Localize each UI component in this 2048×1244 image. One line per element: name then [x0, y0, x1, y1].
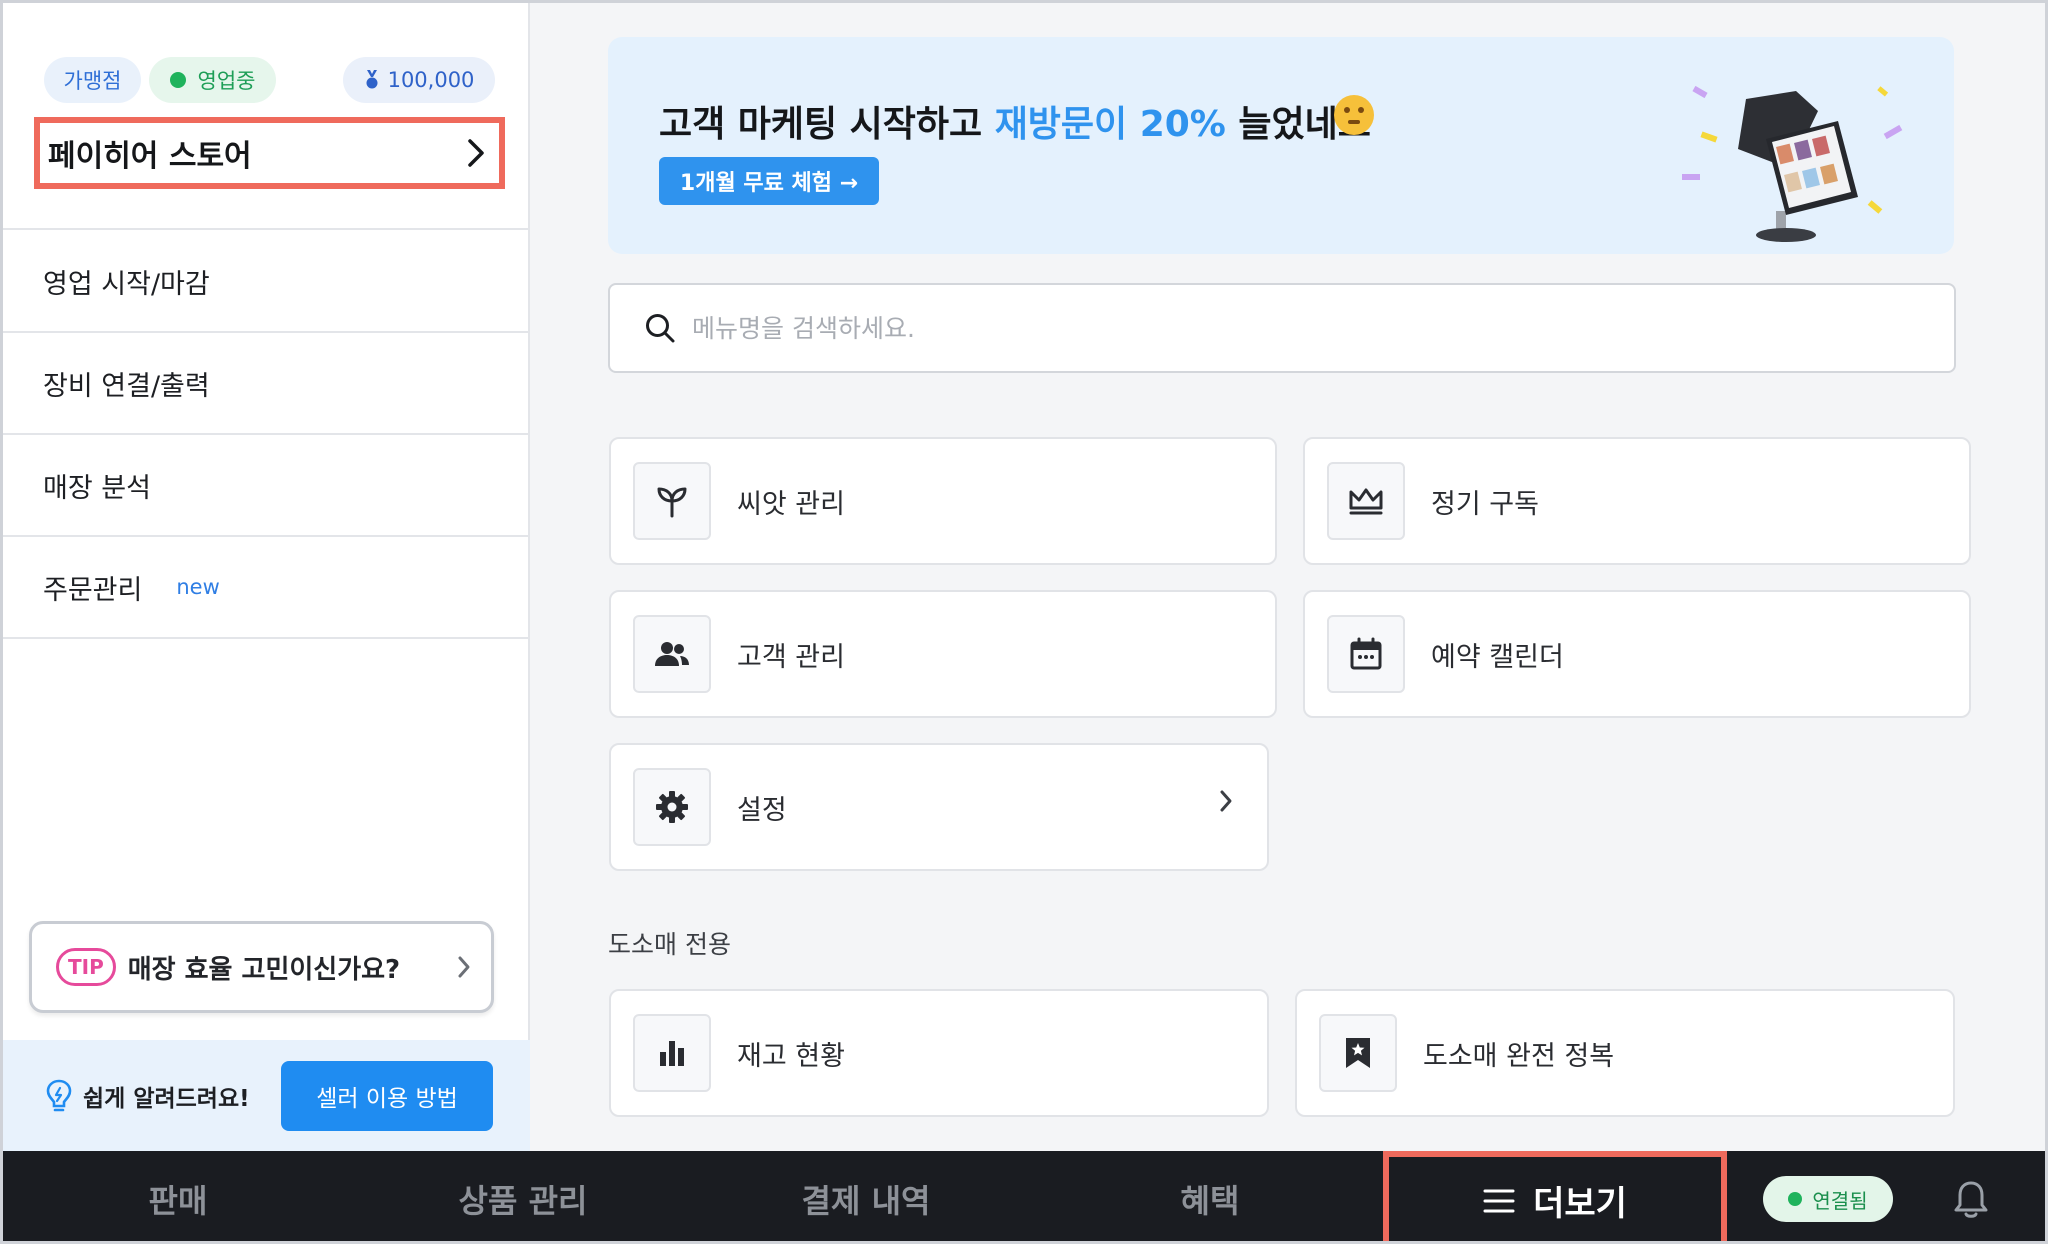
settings-card[interactable]: 설정 [609, 743, 1269, 871]
nav-tab-label: 결제 내역 [801, 1182, 931, 1220]
banner-title: 고객 마케팅 시작하고 재방문이 20% 늘었네요 [659, 95, 1371, 147]
app-window: 가맹점 영업중 100,000 페이히어 스토어 영업 시작/마감 장비 연결/… [0, 0, 2048, 1244]
sidebar-item-open-close[interactable]: 영업 시작/마감 [3, 231, 530, 331]
nav-tab-label: 판매 [148, 1182, 208, 1220]
subscription-label: 정기 구독 [1431, 488, 1539, 520]
sidebar-item-label: 매장 분석 [43, 472, 151, 504]
free-trial-label: 1개월 무료 체험 → [679, 171, 859, 196]
customer-management-label: 고객 관리 [737, 641, 845, 673]
nav-tab-more[interactable]: 더보기 [1383, 1151, 1727, 1241]
chevron-right-icon [1220, 790, 1232, 812]
chevron-right-icon [468, 139, 484, 167]
seed-management-label: 씨앗 관리 [737, 488, 845, 520]
sidebar: 가맹점 영업중 100,000 페이히어 스토어 영업 시작/마감 장비 연결/… [3, 3, 530, 1151]
points-badge[interactable]: 100,000 [343, 57, 495, 103]
stock-status-label: 재고 현황 [737, 1040, 845, 1072]
divider [3, 228, 530, 230]
seed-management-card[interactable]: 씨앗 관리 [609, 437, 1277, 565]
business-status-label: 영업중 [197, 69, 256, 93]
franchise-badge-label: 가맹점 [63, 69, 122, 93]
settings-label: 설정 [737, 794, 787, 826]
store-selector-button[interactable]: 페이히어 스토어 [34, 117, 505, 189]
nav-tab-sales[interactable]: 판매 [63, 1151, 293, 1241]
connection-status-label: 연결됨 [1812, 1188, 1868, 1213]
menu-icon [1483, 1189, 1515, 1212]
sidebar-item-label: 주문관리 [43, 574, 143, 606]
users-icon [633, 615, 711, 693]
nav-tab-products[interactable]: 상품 관리 [408, 1151, 638, 1241]
calendar-icon [1327, 615, 1405, 693]
bar-chart-icon [633, 1014, 711, 1092]
bookmark-star-icon [1319, 1014, 1397, 1092]
points-value: 100,000 [387, 68, 475, 92]
tip-badge: TIP [56, 948, 116, 986]
nav-tab-label: 혜택 [1180, 1182, 1240, 1220]
lightbulb-icon [46, 1079, 72, 1111]
medal-icon [366, 70, 378, 89]
status-dot-icon [169, 72, 186, 88]
divider [3, 637, 530, 639]
bottom-navigation: 판매 상품 관리 결제 내역 혜택 더보기 연결됨 [3, 1151, 2045, 1241]
crown-icon [1327, 462, 1405, 540]
stock-status-card[interactable]: 재고 현황 [609, 989, 1269, 1117]
franchise-badge: 가맹점 [44, 57, 141, 103]
bell-icon[interactable] [1953, 1179, 1989, 1219]
shushing-face-icon [1334, 95, 1374, 135]
wholesale-guide-label: 도소매 완전 정복 [1423, 1040, 1615, 1072]
store-name: 페이히어 스토어 [48, 139, 252, 174]
wholesale-guide-card[interactable]: 도소매 완전 정복 [1295, 989, 1955, 1117]
nav-tab-label: 상품 관리 [458, 1182, 588, 1220]
customer-management-card[interactable]: 고객 관리 [609, 590, 1277, 718]
search-icon [646, 314, 675, 343]
promo-banner[interactable]: 고객 마케팅 시작하고 재방문이 20% 늘었네요 1개월 무료 체험 → [608, 37, 1954, 254]
reservation-calendar-label: 예약 캘린더 [1431, 641, 1564, 673]
sidebar-item-label: 장비 연결/출력 [43, 370, 210, 402]
subscription-card[interactable]: 정기 구독 [1303, 437, 1971, 565]
sidebar-item-order-management[interactable]: 주문관리 new [3, 537, 530, 637]
tip-text: 매장 효율 고민이신가요? [127, 954, 401, 985]
search-input[interactable] [692, 313, 1892, 343]
reservation-calendar-card[interactable]: 예약 캘린더 [1303, 590, 1971, 718]
seller-guide-label: 셀러 이용 방법 [316, 1086, 458, 1112]
seller-guide-button[interactable]: 셀러 이용 방법 [281, 1061, 493, 1131]
banner-title-prefix: 고객 마케팅 시작하고 [659, 104, 995, 145]
wholesale-section-title: 도소매 전용 [608, 930, 731, 959]
banner-title-highlight: 재방문이 20% [994, 104, 1226, 145]
tip-card[interactable]: TIP 매장 효율 고민이신가요? [29, 921, 494, 1013]
free-trial-button[interactable]: 1개월 무료 체험 → [659, 157, 879, 205]
new-badge: new [176, 575, 220, 599]
chevron-right-icon [458, 956, 470, 978]
business-status-badge: 영업중 [149, 57, 276, 103]
help-bar: 쉽게 알려드려요! 셀러 이용 방법 [3, 1040, 530, 1151]
nav-tab-benefits[interactable]: 혜택 [1095, 1151, 1325, 1241]
nav-tab-payments[interactable]: 결제 내역 [751, 1151, 981, 1241]
nav-tab-label: 더보기 [1533, 1184, 1627, 1224]
status-dot-icon [1788, 1192, 1803, 1206]
sidebar-item-store-analytics[interactable]: 매장 분석 [3, 435, 530, 535]
menu-search-box[interactable] [608, 283, 1956, 373]
connection-status-badge: 연결됨 [1763, 1176, 1893, 1222]
sidebar-item-label: 영업 시작/마감 [43, 268, 210, 300]
pos-terminal-illustration [1682, 85, 1903, 242]
gear-icon [633, 768, 711, 846]
sprout-icon [633, 462, 711, 540]
help-text: 쉽게 알려드려요! [83, 1085, 250, 1112]
sidebar-item-device-connection[interactable]: 장비 연결/출력 [3, 333, 530, 433]
